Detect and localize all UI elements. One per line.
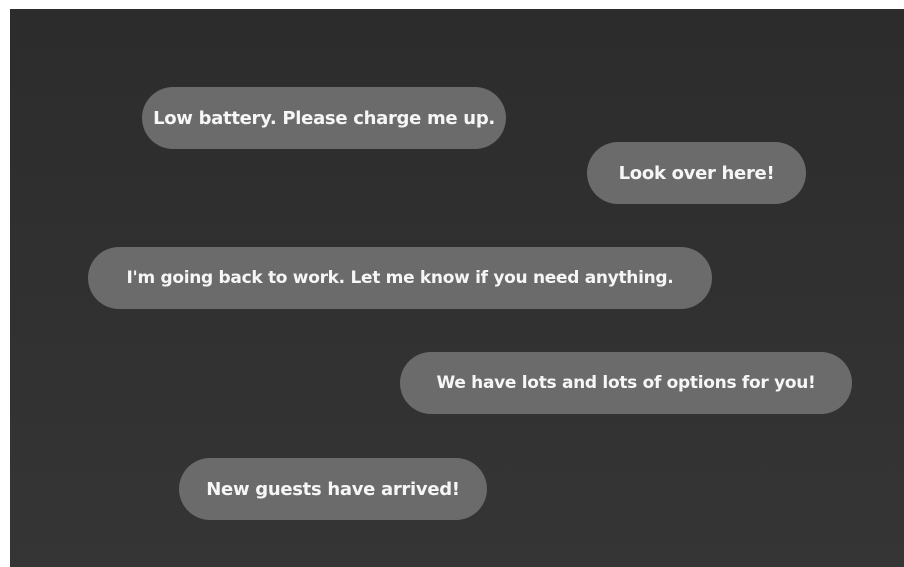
notification-text: We have lots and lots of options for you… bbox=[436, 373, 816, 393]
notification-text: Look over here! bbox=[618, 162, 775, 184]
notification-bubble-back-to-work[interactable]: I'm going back to work. Let me know if y… bbox=[88, 247, 712, 309]
notification-bubble-low-battery[interactable]: Low battery. Please charge me up. bbox=[142, 87, 506, 149]
notification-text: I'm going back to work. Let me know if y… bbox=[126, 268, 674, 288]
notification-text: Low battery. Please charge me up. bbox=[153, 107, 495, 129]
notification-text: New guests have arrived! bbox=[206, 478, 460, 500]
robot-screen: Low battery. Please charge me up. Look o… bbox=[10, 9, 904, 567]
notification-bubble-look-over-here[interactable]: Look over here! bbox=[587, 142, 806, 204]
notification-bubble-new-guests[interactable]: New guests have arrived! bbox=[179, 458, 487, 520]
notification-bubble-options[interactable]: We have lots and lots of options for you… bbox=[400, 352, 852, 414]
